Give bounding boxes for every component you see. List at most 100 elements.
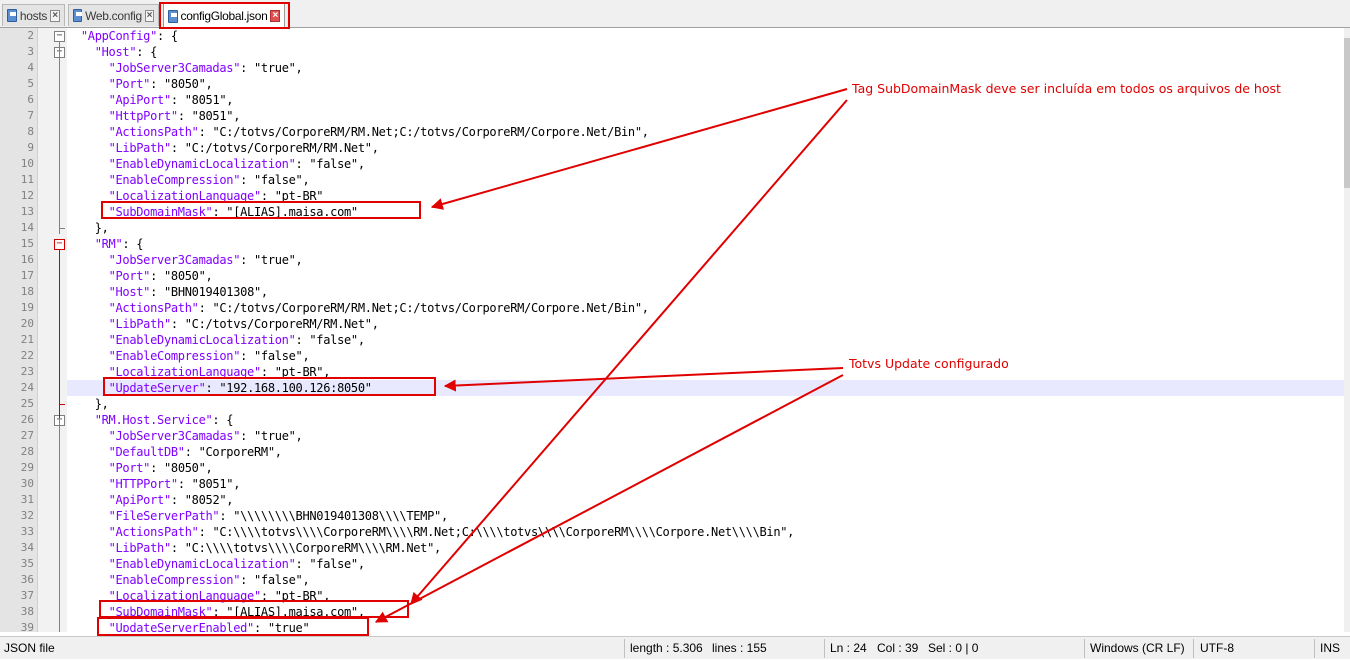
code-line[interactable]: "Host": {	[67, 44, 1344, 60]
line-number: 25	[20, 397, 34, 410]
fold-toggle-icon[interactable]: −	[54, 31, 65, 42]
code-line[interactable]: "JobServer3Camadas": "true",	[67, 428, 1344, 444]
code-line[interactable]: "LocalizationLanguage": "pt-BR"	[67, 188, 1344, 204]
code-line[interactable]: "LibPath": "C:/totvs/CorporeRM/RM.Net",	[67, 316, 1344, 332]
json-key: "ActionsPath"	[108, 525, 199, 539]
line-number: 2	[27, 29, 34, 42]
code-line[interactable]: "HttpPort": "8051",	[67, 108, 1344, 124]
fold-line	[59, 250, 60, 418]
code-line[interactable]: "UpdateServerEnabled": "true"	[67, 620, 1344, 632]
code-line[interactable]: "LocalizationLanguage": "pt-BR",	[67, 588, 1344, 604]
json-key: "LocalizationLanguage"	[108, 589, 262, 603]
gutter: 2 3 4 5 6 7 8 9 10 11 12 13 14 15 16 17 18 19 20 21 22 23 24 25…	[0, 28, 67, 632]
close-icon[interactable]: ×	[50, 9, 60, 22]
code-line[interactable]: "Port": "8050",	[67, 76, 1344, 92]
code-line[interactable]: "ActionsPath": "C:/totvs/CorporeRM/RM.Ne…	[67, 300, 1344, 316]
json-key: "JobServer3Camadas"	[108, 253, 241, 267]
close-icon[interactable]: ×	[270, 10, 280, 22]
line-number: 38	[20, 605, 34, 618]
json-key: "LibPath"	[108, 141, 172, 155]
code-line[interactable]: "AppConfig": {	[67, 28, 1344, 44]
line-number: 37	[20, 589, 34, 602]
line-number: 6	[27, 93, 34, 106]
line-number: 35	[20, 557, 34, 570]
close-icon[interactable]: ×	[144, 9, 154, 22]
line-number: 32	[20, 509, 34, 522]
code-line[interactable]: "Port": "8050",	[67, 268, 1344, 284]
line-number: 19	[20, 301, 34, 314]
code-line[interactable]: "FileServerPath": "\\\\\\\\BHN019401308\…	[67, 508, 1344, 524]
code-line[interactable]: "EnableCompression": "false",	[67, 572, 1344, 588]
code-line[interactable]: "SubDomainMask": "[ALIAS].maisa.com"	[67, 204, 1344, 220]
code-line[interactable]: "JobServer3Camadas": "true",	[67, 60, 1344, 76]
code-line[interactable]: "Port": "8050",	[67, 460, 1344, 476]
json-key: "FileServerPath"	[108, 509, 220, 523]
status-lines: lines : 155	[712, 641, 767, 655]
file-icon	[73, 9, 83, 22]
code-line[interactable]: "EnableCompression": "false",	[67, 348, 1344, 364]
code-line[interactable]: },	[67, 396, 1344, 412]
tab-label: configGlobal.json	[180, 9, 268, 23]
json-key: "Port"	[108, 77, 151, 91]
json-key: "ActionsPath"	[108, 125, 199, 139]
json-key: "RM.Host.Service"	[94, 413, 213, 427]
line-number: 18	[20, 285, 34, 298]
code-line[interactable]: "LibPath": "C:/totvs/CorporeRM/RM.Net",	[67, 140, 1344, 156]
tab-hosts[interactable]: hosts ×	[2, 4, 65, 26]
json-key: "EnableCompression"	[108, 573, 241, 587]
code-line[interactable]: "LocalizationLanguage": "pt-BR",	[67, 364, 1344, 380]
file-icon	[7, 9, 17, 22]
code-line[interactable]: "UpdateServer": "192.168.100.126:8050"	[67, 380, 1344, 396]
status-eol[interactable]: Windows (CR LF)	[1090, 637, 1185, 660]
code-line[interactable]: "ActionsPath": "C:\\\\totvs\\\\CorporeRM…	[67, 524, 1344, 540]
code-line[interactable]: "ApiPort": "8052",	[67, 492, 1344, 508]
json-key: "Port"	[108, 461, 151, 475]
line-number: 24	[20, 381, 34, 394]
fold-margin[interactable]	[38, 28, 67, 632]
code-line[interactable]: "LibPath": "C:\\\\totvs\\\\CorporeRM\\\\…	[67, 540, 1344, 556]
fold-line	[59, 42, 60, 234]
line-number: 17	[20, 269, 34, 282]
code-line[interactable]: "ApiPort": "8051",	[67, 92, 1344, 108]
json-key: "ActionsPath"	[108, 301, 199, 315]
line-number: 30	[20, 477, 34, 490]
line-number: 16	[20, 253, 34, 266]
json-key: "AppConfig"	[80, 29, 158, 43]
line-number: 23	[20, 365, 34, 378]
fold-toggle-icon[interactable]: −	[54, 239, 65, 250]
code-line[interactable]: "DefaultDB": "CorporeRM",	[67, 444, 1344, 460]
json-key: "RM"	[94, 237, 123, 251]
tab-web-config[interactable]: Web.config ×	[68, 4, 159, 26]
json-key: "Host"	[94, 45, 137, 59]
code-line[interactable]: "ActionsPath": "C:/totvs/CorporeRM/RM.Ne…	[67, 124, 1344, 140]
json-key: "SubDomainMask"	[108, 205, 213, 219]
status-length: length : 5.306	[630, 641, 703, 655]
scrollbar-thumb[interactable]	[1344, 38, 1350, 188]
json-key: "SubDomainMask"	[108, 605, 213, 619]
line-number: 10	[20, 157, 34, 170]
status-sel: Sel : 0 | 0	[928, 641, 979, 655]
code-line[interactable]: "RM": {	[67, 236, 1344, 252]
code-line[interactable]: "EnableDynamicLocalization": "false",	[67, 156, 1344, 172]
code-line[interactable]: "RM.Host.Service": {	[67, 412, 1344, 428]
line-number: 5	[27, 77, 34, 90]
code-line[interactable]: },	[67, 220, 1344, 236]
code-area[interactable]: "AppConfig": { "Host": { "JobServer3Cama…	[67, 28, 1344, 632]
json-key: "LibPath"	[108, 541, 172, 555]
fold-end-marker	[59, 228, 65, 229]
code-line[interactable]: "Host": "BHN019401308",	[67, 284, 1344, 300]
code-line[interactable]: "HTTPPort": "8051",	[67, 476, 1344, 492]
code-line[interactable]: "EnableDynamicLocalization": "false",	[67, 332, 1344, 348]
code-line[interactable]: "EnableDynamicLocalization": "false",	[67, 556, 1344, 572]
code-line[interactable]: "EnableCompression": "false",	[67, 172, 1344, 188]
line-number: 28	[20, 445, 34, 458]
line-number: 4	[27, 61, 34, 74]
code-editor[interactable]: 2 3 4 5 6 7 8 9 10 11 12 13 14 15 16 17 18 19 20 21 22 23 24 25…	[0, 28, 1350, 632]
line-number: 20	[20, 317, 34, 330]
json-key: "EnableCompression"	[108, 173, 241, 187]
fold-line	[59, 418, 60, 632]
tab-config-global-json[interactable]: configGlobal.json ×	[163, 3, 285, 28]
code-line[interactable]: "SubDomainMask": "[ALIAS].maisa.com",	[67, 604, 1344, 620]
code-line[interactable]: "JobServer3Camadas": "true",	[67, 252, 1344, 268]
status-encoding[interactable]: UTF-8	[1200, 637, 1234, 660]
